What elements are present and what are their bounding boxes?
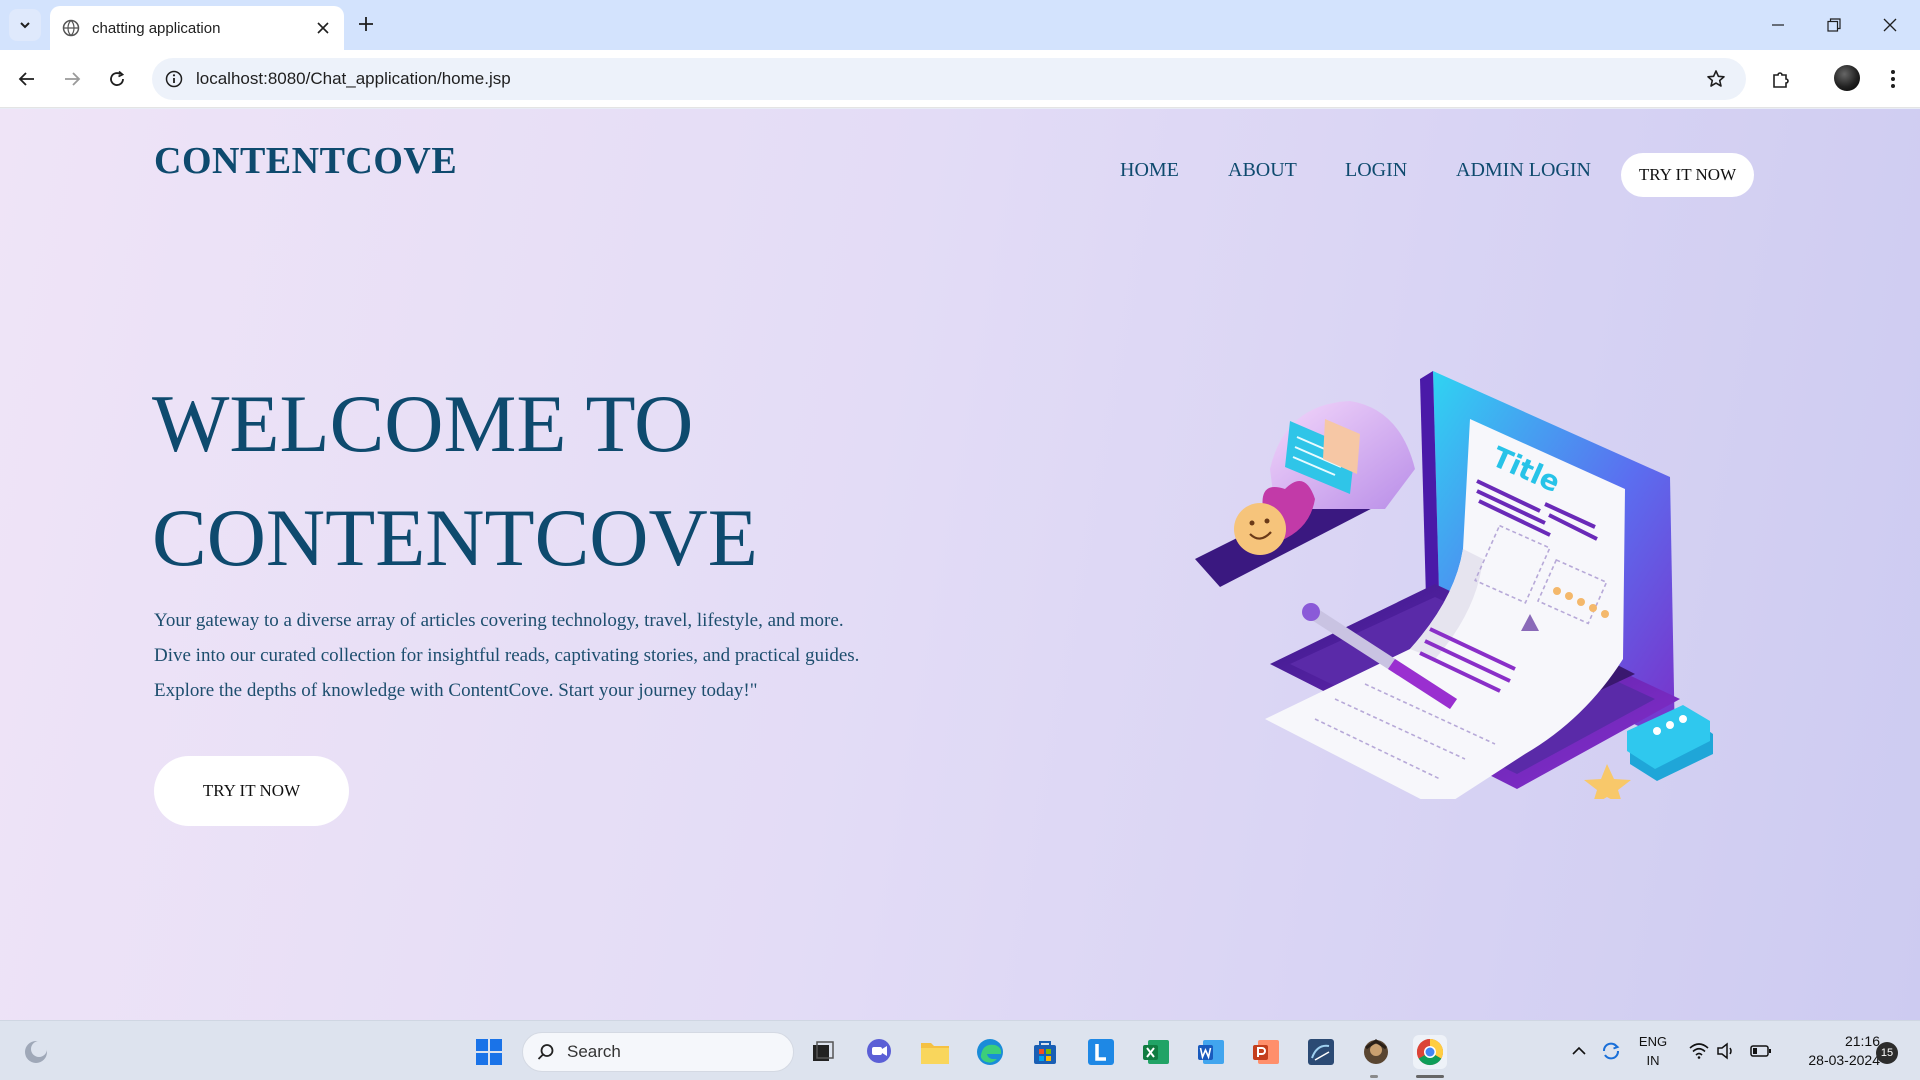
system-clock[interactable]: 21:16 28-03-2024 — [1780, 1032, 1880, 1070]
task-view-icon — [813, 1041, 834, 1061]
folder-icon — [921, 1043, 949, 1064]
language-indicator[interactable]: ENG IN — [1636, 1032, 1670, 1070]
forward-button[interactable] — [55, 62, 89, 96]
browser-toolbar: localhost:8080/Chat_application/home.jsp — [0, 50, 1920, 108]
hero-try-it-now-button[interactable]: TRY IT NOW — [154, 756, 349, 826]
chrome-icon — [1416, 1038, 1444, 1066]
windows-icon — [476, 1039, 502, 1065]
nav-about[interactable]: ABOUT — [1228, 159, 1297, 182]
bookmark-star-icon[interactable] — [1704, 67, 1728, 91]
active-app-indicator — [1416, 1075, 1444, 1078]
store-icon — [1034, 1041, 1056, 1064]
restore-icon — [1827, 18, 1841, 32]
battery-icon — [1750, 1045, 1771, 1057]
close-window-button[interactable] — [1862, 0, 1918, 50]
search-icon — [537, 1044, 554, 1060]
plus-icon — [359, 17, 373, 31]
edge-button[interactable] — [973, 1035, 1007, 1069]
clock-time: 21:16 — [1844, 1033, 1880, 1049]
hero-title: WELCOME TO CONTENTCOVE — [152, 367, 758, 595]
close-tab-icon[interactable] — [310, 15, 336, 41]
tab-title: chatting application — [92, 19, 221, 37]
widgets-button[interactable] — [19, 1035, 53, 1069]
powerpoint-button[interactable] — [1249, 1035, 1283, 1069]
powerpoint-icon — [1253, 1040, 1279, 1064]
hero-description: Your gateway to a diverse array of artic… — [154, 603, 934, 708]
hero-illustration: Title — [1195, 371, 1713, 799]
hero-title-line-1: WELCOME TO — [152, 378, 694, 469]
language-code: ENG — [1638, 1034, 1668, 1049]
profile-avatar[interactable] — [1834, 65, 1860, 91]
mysql-workbench-button[interactable] — [1304, 1035, 1338, 1069]
puzzle-icon — [1773, 72, 1789, 88]
close-icon — [1883, 18, 1897, 32]
nav-home[interactable]: HOME — [1120, 159, 1179, 182]
chevron-down-icon — [20, 22, 30, 29]
task-view-button[interactable] — [806, 1035, 840, 1069]
reload-button[interactable] — [100, 62, 134, 96]
sync-status-button[interactable] — [1597, 1021, 1625, 1080]
extensions-button[interactable] — [1764, 62, 1798, 96]
chrome-button[interactable] — [1413, 1035, 1447, 1069]
letter-l-app-icon — [1088, 1039, 1114, 1065]
region-code: IN — [1646, 1053, 1660, 1068]
character-app-icon — [1364, 1039, 1388, 1064]
start-button[interactable] — [472, 1035, 506, 1069]
nav-login[interactable]: LOGIN — [1345, 159, 1407, 182]
volume-status[interactable] — [1713, 1021, 1739, 1080]
chat-icon — [867, 1039, 891, 1063]
teams-chat-button[interactable] — [862, 1035, 896, 1069]
app-l-button[interactable] — [1084, 1035, 1118, 1069]
browser-tab-strip: chatting application — [0, 0, 1920, 50]
database-app-icon — [1308, 1039, 1334, 1065]
nav-admin-login[interactable]: ADMIN LOGIN — [1456, 159, 1591, 182]
address-bar[interactable]: localhost:8080/Chat_application/home.jsp — [152, 58, 1746, 100]
os-taskbar: Search ENG IN 21:16 28-03-2024 15 — [0, 1020, 1920, 1080]
word-button[interactable] — [1194, 1035, 1228, 1069]
site-logo[interactable]: CONTENTCOVE — [154, 139, 457, 183]
description-line: Your gateway to a diverse array of artic… — [154, 610, 844, 631]
arrow-right-icon — [65, 72, 81, 86]
app-game-button[interactable] — [1359, 1035, 1393, 1069]
description-line: Dive into our curated collection for ins… — [154, 645, 860, 666]
weather-icon — [25, 1041, 47, 1063]
taskbar-search-label: Search — [567, 1042, 621, 1061]
back-button[interactable] — [10, 62, 44, 96]
tab-search-button[interactable] — [9, 9, 41, 41]
speaker-icon — [1717, 1042, 1732, 1060]
arrow-left-icon — [18, 72, 34, 86]
reload-icon — [110, 70, 125, 86]
chevron-up-icon — [1572, 1046, 1586, 1055]
minimize-button[interactable] — [1750, 0, 1806, 50]
battery-status[interactable] — [1748, 1021, 1774, 1080]
notification-count-badge[interactable]: 15 — [1876, 1042, 1898, 1064]
running-app-indicator — [1370, 1075, 1378, 1078]
store-button[interactable] — [1028, 1035, 1062, 1069]
file-explorer-button[interactable] — [918, 1035, 952, 1069]
description-line: Explore the depths of knowledge with Con… — [154, 680, 758, 701]
sync-icon — [1603, 1042, 1620, 1060]
nav-try-it-now-button[interactable]: TRY IT NOW — [1621, 153, 1754, 197]
browser-menu-button[interactable] — [1876, 62, 1910, 96]
more-vertical-icon — [1891, 70, 1895, 88]
hero-title-line-2: CONTENTCOVE — [152, 492, 758, 583]
excel-button[interactable] — [1139, 1035, 1173, 1069]
clock-date: 28-03-2024 — [1808, 1052, 1880, 1068]
word-icon — [1198, 1040, 1224, 1064]
taskbar-search-box[interactable]: Search — [522, 1032, 794, 1072]
show-hidden-icons-button[interactable] — [1566, 1021, 1592, 1080]
globe-icon — [62, 19, 80, 37]
wifi-icon — [1689, 1043, 1709, 1059]
new-tab-button[interactable] — [352, 10, 380, 38]
minimize-icon — [1772, 24, 1784, 26]
wifi-status[interactable] — [1686, 1021, 1712, 1080]
edge-icon — [977, 1039, 1003, 1065]
webpage: CONTENTCOVE HOME ABOUT LOGIN ADMIN LOGIN… — [0, 109, 1920, 1020]
excel-icon — [1143, 1040, 1169, 1064]
site-info-icon[interactable] — [162, 67, 186, 91]
active-tab[interactable]: chatting application — [50, 6, 344, 50]
restore-button[interactable] — [1806, 0, 1862, 50]
url-text: localhost:8080/Chat_application/home.jsp — [196, 69, 511, 88]
